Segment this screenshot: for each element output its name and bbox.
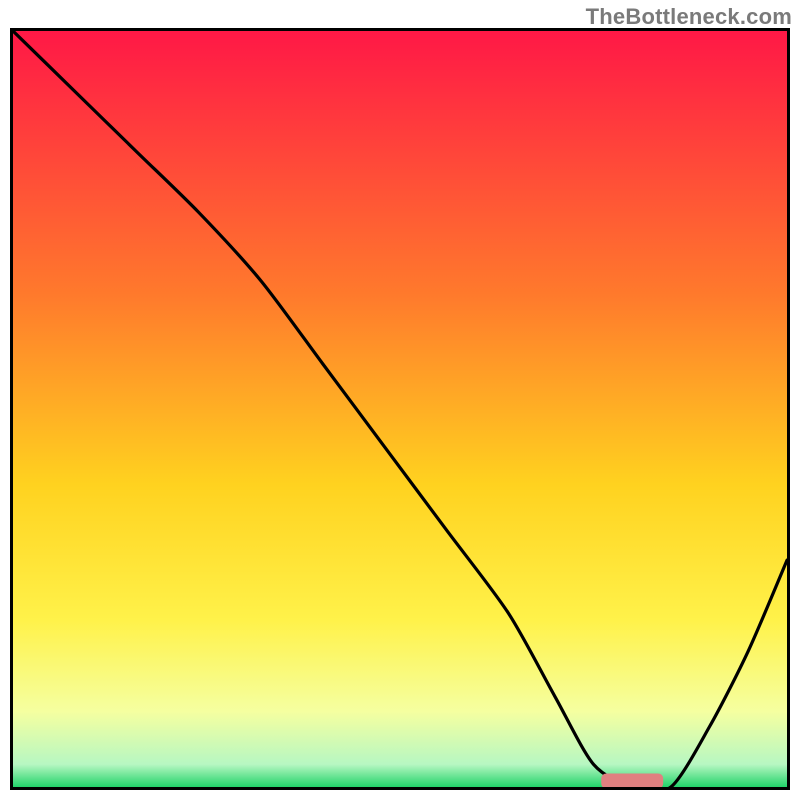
optimal-marker <box>601 773 663 787</box>
plot-frame <box>10 28 790 790</box>
plot-svg <box>13 31 787 787</box>
chart-container: TheBottleneck.com <box>0 0 800 800</box>
watermark-text: TheBottleneck.com <box>586 4 792 30</box>
